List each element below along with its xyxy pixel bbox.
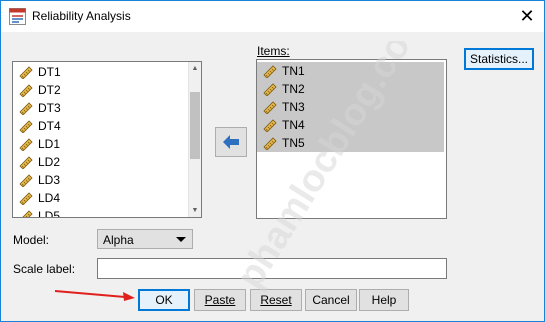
paste-button-label: Paste — [204, 293, 236, 307]
items-list[interactable]: TN1 TN2 TN3 TN4 TN5 — [256, 59, 447, 219]
reset-button[interactable]: Reset — [250, 289, 302, 311]
variable-list-item[interactable]: DT2 — [13, 81, 201, 99]
paste-button[interactable]: Paste — [194, 289, 246, 311]
help-button[interactable]: Help — [359, 289, 409, 311]
variable-list-item[interactable]: LD2 — [13, 153, 201, 171]
variable-label: DT4 — [38, 119, 61, 133]
annotation-arrow-icon — [54, 290, 135, 301]
ruler-pencil-icon — [263, 83, 277, 96]
variable-label: TN1 — [282, 64, 305, 78]
chevron-down-icon — [176, 237, 186, 242]
ruler-pencil-icon — [19, 174, 33, 187]
variable-label: TN5 — [282, 136, 305, 150]
ruler-pencil-icon — [263, 65, 277, 78]
items-label: Items: — [257, 44, 290, 58]
ruler-pencil-icon — [19, 192, 33, 205]
variable-list-item[interactable]: LD3 — [13, 171, 201, 189]
ruler-pencil-icon — [263, 137, 277, 150]
ruler-pencil-icon — [263, 119, 277, 132]
variables-rows: DT1 DT2 DT3 DT4 LD1 LD2 LD3 LD4 LD5 — [13, 62, 201, 218]
item-list-item[interactable]: TN3 — [257, 98, 444, 116]
cancel-button[interactable]: Cancel — [305, 289, 357, 311]
window-title: Reliability Analysis — [32, 9, 131, 23]
variable-list-item[interactable]: DT4 — [13, 117, 201, 135]
scale-label-input[interactable] — [97, 258, 447, 279]
scroll-thumb[interactable] — [190, 92, 200, 159]
model-selected-value: Alpha — [103, 233, 134, 247]
variable-label: LD1 — [38, 137, 61, 151]
ruler-pencil-icon — [19, 156, 33, 169]
ruler-pencil-icon — [19, 66, 33, 79]
variables-scrollbar[interactable]: ▲ ▼ — [188, 62, 201, 217]
variable-label: TN2 — [282, 82, 305, 96]
item-list-item[interactable]: TN4 — [257, 116, 444, 134]
ruler-pencil-icon — [263, 101, 277, 114]
variable-list-item[interactable]: LD5 — [13, 207, 201, 218]
ruler-pencil-icon — [19, 138, 33, 151]
statistics-button[interactable]: Statistics... — [464, 48, 534, 70]
variable-list-item[interactable]: LD4 — [13, 189, 201, 207]
variable-label: TN3 — [282, 100, 305, 114]
variable-list-item[interactable]: DT3 — [13, 99, 201, 117]
variable-list-item[interactable]: DT1 — [13, 63, 201, 81]
close-icon: ✕ — [519, 5, 535, 26]
variable-label: DT1 — [38, 65, 61, 79]
move-variables-button[interactable] — [215, 127, 247, 157]
ruler-pencil-icon — [19, 102, 33, 115]
arrow-left-icon — [223, 135, 239, 149]
item-list-item[interactable]: TN2 — [257, 80, 444, 98]
scroll-up-icon[interactable]: ▲ — [189, 62, 201, 75]
reliability-analysis-dialog: Reliability Analysis ✕ DT1 DT2 DT3 DT4 LD1 LD… — [0, 0, 545, 322]
variable-label: LD4 — [38, 191, 61, 205]
variable-label: LD3 — [38, 173, 61, 187]
variables-list[interactable]: DT1 DT2 DT3 DT4 LD1 LD2 LD3 LD4 LD5 ▲ ▼ — [12, 61, 202, 218]
scroll-down-icon[interactable]: ▼ — [189, 204, 201, 217]
title-bar: Reliability Analysis ✕ — [1, 1, 544, 32]
variable-label: TN4 — [282, 118, 305, 132]
ruler-pencil-icon — [19, 120, 33, 133]
variable-label: DT3 — [38, 101, 61, 115]
scale-label-label: Scale label: — [13, 262, 76, 276]
items-rows: TN1 TN2 TN3 TN4 TN5 — [257, 60, 446, 152]
model-label: Model: — [13, 233, 50, 247]
variable-label: LD5 — [38, 209, 61, 218]
ok-button[interactable]: OK — [138, 289, 190, 311]
variable-list-item[interactable]: LD1 — [13, 135, 201, 153]
model-select[interactable]: Alpha — [97, 229, 193, 249]
close-button[interactable]: ✕ — [510, 1, 544, 31]
variable-label: DT2 — [38, 83, 61, 97]
item-list-item[interactable]: TN1 — [257, 62, 444, 80]
item-list-item[interactable]: TN5 — [257, 134, 444, 152]
ruler-pencil-icon — [19, 84, 33, 97]
reset-button-label: Reset — [260, 293, 292, 307]
spss-dialog-icon — [9, 8, 26, 25]
variable-label: LD2 — [38, 155, 61, 169]
ruler-pencil-icon — [22, 210, 33, 217]
